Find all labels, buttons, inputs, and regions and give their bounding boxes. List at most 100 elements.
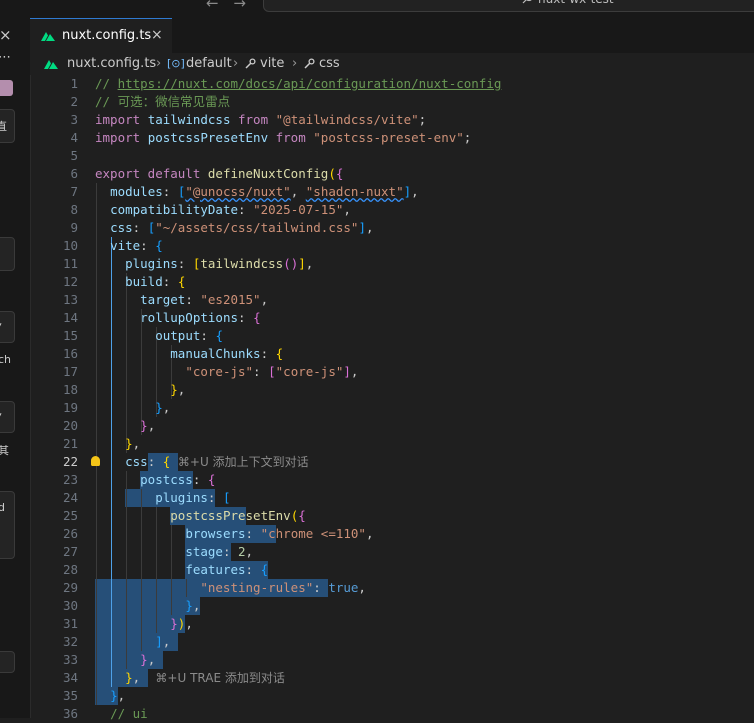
line-number[interactable]: 21 [63,435,78,453]
inline-hint[interactable]: ⌘+U 添加上下文到对话 [170,455,309,469]
tab-nuxt-config[interactable]: nuxt.config.ts × [30,18,172,53]
line-number[interactable]: 13 [63,291,78,309]
more-icon[interactable]: ⋯ [0,50,11,65]
code-line[interactable]: plugins: [ [95,489,231,507]
code-token: "es2015" [200,292,261,307]
line-number[interactable]: 23 [63,471,78,489]
dropdown-fragment[interactable] [0,311,15,343]
close-icon[interactable]: × [0,26,12,44]
code-line[interactable]: output: { [95,327,223,345]
code-line[interactable]: postcss: { [95,471,215,489]
code-token: ; [418,112,427,127]
breadcrumb-vite[interactable]: vite [260,56,284,71]
line-number[interactable]: 17 [63,363,78,381]
line-number[interactable]: 6 [70,165,78,183]
line-number[interactable]: 26 [63,525,78,543]
code-line[interactable]: stage: 2, [95,543,253,561]
line-number[interactable]: 25 [63,507,78,525]
line-number[interactable]: 9 [70,219,78,237]
line-number[interactable]: 22 [63,453,78,471]
breadcrumb-file[interactable]: nuxt.config.ts [67,56,156,71]
line-number[interactable]: 36 [63,705,78,723]
code-line[interactable]: }, [95,597,200,615]
code-line[interactable]: plugins: [tailwindcss()], [95,255,313,273]
code-line[interactable]: css: ["~/assets/css/tailwind.css"], [95,219,373,237]
line-number[interactable]: 16 [63,345,78,363]
line-number[interactable]: 7 [70,183,78,201]
panel-text-fragment: d [0,501,5,514]
line-number[interactable]: 35 [63,687,78,705]
line-number[interactable]: 8 [70,201,78,219]
code-line[interactable]: "nesting-rules": true, [95,579,366,597]
command-center[interactable]: nuxt-wx-test [263,0,754,12]
code-line[interactable]: }, [95,435,140,453]
line-number[interactable]: 4 [70,129,78,147]
forward-arrow-icon[interactable]: → [233,0,246,12]
code-line[interactable]: import postcssPresetEnv from "postcss-pr… [95,129,471,147]
code-token: postcss [140,472,193,487]
line-number[interactable]: 30 [63,597,78,615]
line-number[interactable]: 3 [70,111,78,129]
code-line[interactable]: }, [95,399,170,417]
inline-hint[interactable]: ⌘+U TRAE 添加到对话 [140,671,284,685]
code-line[interactable]: }, ⌘+U TRAE 添加到对话 [95,669,285,687]
code-line[interactable]: }), [95,615,193,633]
line-number[interactable]: 34 [63,669,78,687]
line-number[interactable]: 15 [63,327,78,345]
line-number[interactable]: 11 [63,255,78,273]
code-line[interactable]: modules: ["@unocss/nuxt", "shadcn-nuxt"]… [95,183,419,201]
line-number[interactable]: 14 [63,309,78,327]
line-number[interactable]: 20 [63,417,78,435]
line-number[interactable]: 33 [63,651,78,669]
code-line[interactable]: }, [95,417,155,435]
code-line[interactable]: postcssPresetEnv({ [95,507,305,525]
lightbulb-icon[interactable] [91,456,100,466]
line-number[interactable]: 27 [63,543,78,561]
code-line[interactable]: compatibilityDate: "2025-07-15", [95,201,351,219]
code-line[interactable]: // ui [95,705,148,723]
line-number[interactable]: 19 [63,399,78,417]
breadcrumb-css[interactable]: css [319,56,340,71]
close-icon[interactable]: × [151,27,163,43]
code-line[interactable]: import tailwindcss from "@tailwindcss/vi… [95,111,426,129]
code-line[interactable]: }, [95,381,185,399]
code-line[interactable]: rollupOptions: { [95,309,260,327]
code-line[interactable]: vite: { [95,237,163,255]
code-line[interactable]: css: { ⌘+U 添加上下文到对话 [95,453,309,471]
line-number[interactable]: 28 [63,561,78,579]
code-line[interactable]: }, [95,687,125,705]
line-number[interactable]: 32 [63,633,78,651]
panel-card[interactable] [0,237,15,271]
line-number[interactable]: 18 [63,381,78,399]
line-number[interactable]: 10 [63,237,78,255]
code-line[interactable]: features: { [95,561,268,579]
line-number[interactable]: 31 [63,615,78,633]
line-number[interactable]: 5 [70,147,78,165]
breadcrumb-default[interactable]: default [186,56,232,71]
code-line[interactable]: manualChunks: { [95,345,283,363]
nav-arrows: ← → [206,0,256,12]
code-line[interactable]: ], [95,633,170,651]
code-line[interactable]: // https://nuxt.com/docs/api/configurati… [95,75,501,93]
code-line[interactable]: // 可选：微信常见雷点 [95,93,230,111]
line-number[interactable]: 12 [63,273,78,291]
line-number[interactable]: 2 [70,93,78,111]
code-line[interactable]: target: "es2015", [95,291,268,309]
line-number[interactable]: 29 [63,579,78,597]
code-line[interactable]: "core-js": ["core-js"], [95,363,358,381]
code-line[interactable]: build: { [95,273,185,291]
code-line[interactable]: }, [95,651,155,669]
code-line[interactable]: browsers: "chrome <=110", [95,525,373,543]
dropdown-fragment[interactable] [0,401,15,433]
code-token: [ [222,490,231,505]
code-token: : [132,220,148,235]
code-token: "core-js" [185,364,254,379]
back-arrow-icon[interactable]: ← [206,0,219,12]
line-number[interactable]: 24 [63,489,78,507]
code-line[interactable]: export default defineNuxtConfig({ [95,165,343,183]
avatar[interactable] [0,80,13,96]
line-number[interactable]: 1 [70,75,78,93]
workspace-name: nuxt-wx-test [538,0,614,6]
panel-input[interactable] [0,651,15,673]
